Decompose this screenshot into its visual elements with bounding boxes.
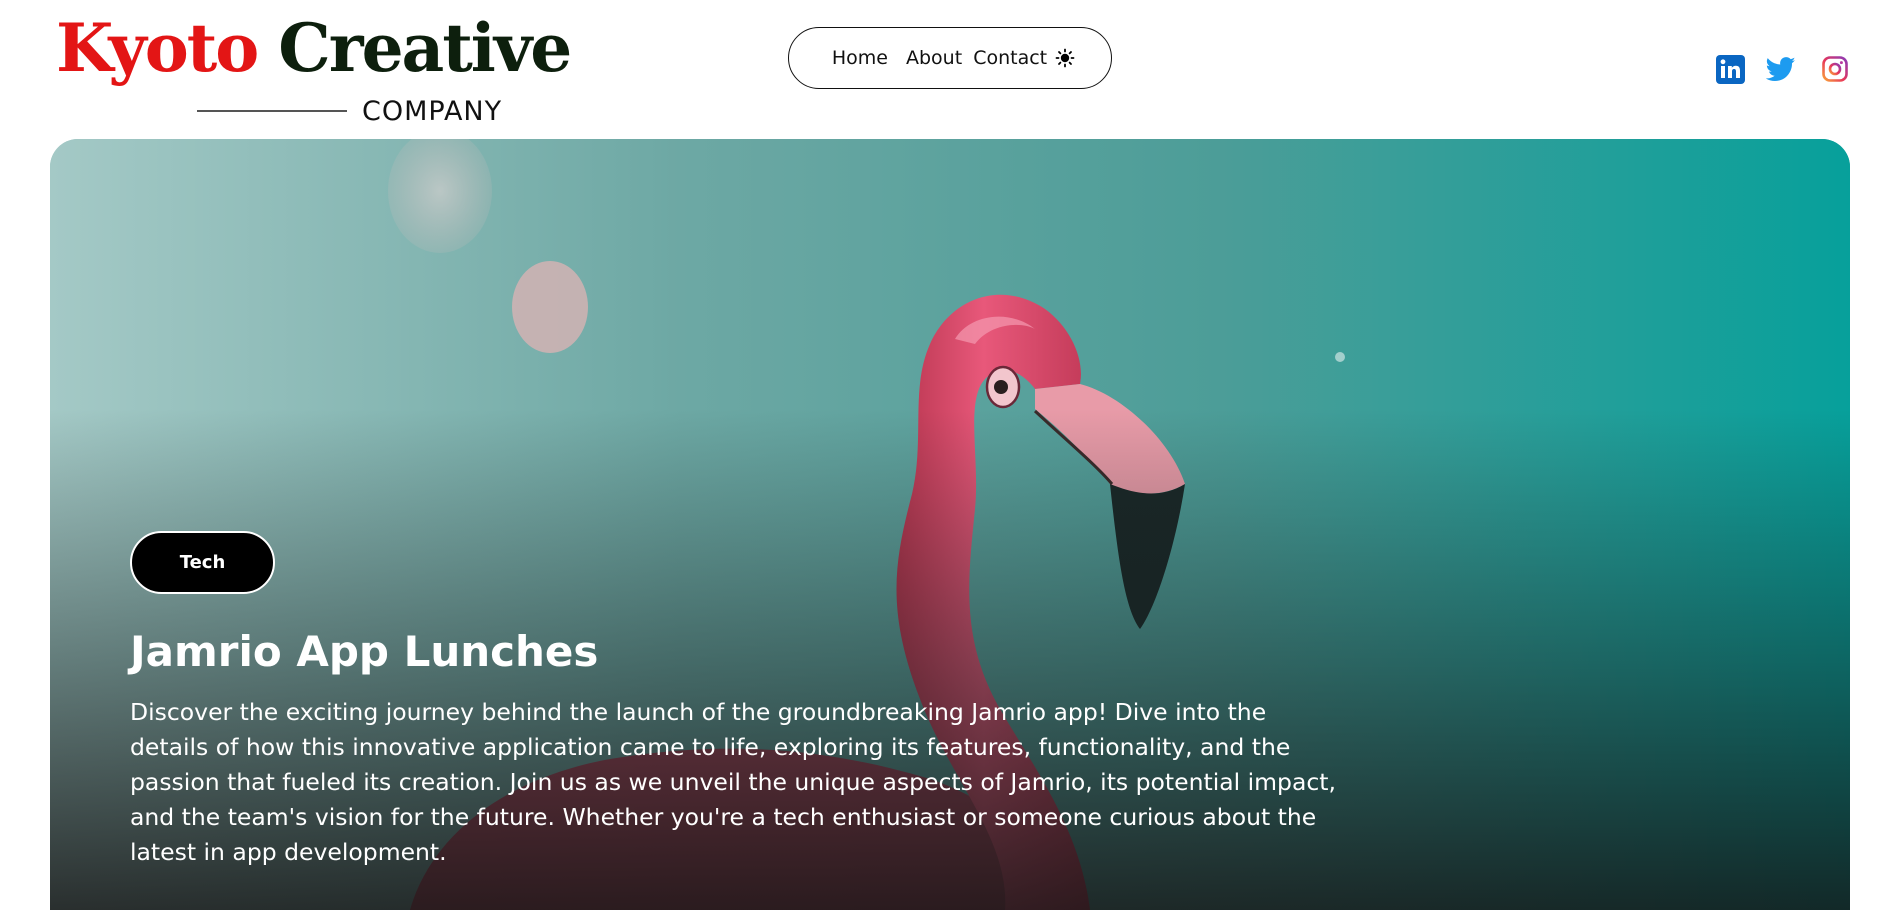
category-tag-button[interactable]: Tech <box>130 531 275 594</box>
logo-word-creative: Creative <box>278 9 572 87</box>
logo-divider <box>197 110 347 112</box>
site-header: Kyoto Creative COMPANY Home About Contac… <box>0 0 1893 139</box>
nav-contact-link[interactable]: Contact <box>971 47 1053 69</box>
hero-card[interactable]: Tech Jamrio App Lunches Discover the exc… <box>50 139 1850 910</box>
nav-about-link[interactable]: About <box>897 47 971 69</box>
instagram-icon[interactable] <box>1820 54 1850 84</box>
logo-subtitle: COMPANY <box>362 96 503 127</box>
sun-icon[interactable] <box>1053 46 1077 70</box>
company-logo[interactable]: Kyoto Creative COMPANY <box>56 8 572 127</box>
main-nav: Home About Contact <box>788 27 1112 89</box>
logo-title: Kyoto Creative <box>56 8 572 88</box>
article-title[interactable]: Jamrio App Lunches <box>130 624 598 680</box>
logo-word-kyoto: Kyoto <box>56 9 259 87</box>
article-description: Discover the exciting journey behind the… <box>130 698 1336 866</box>
twitter-icon[interactable] <box>1766 54 1796 84</box>
nav-home-link[interactable]: Home <box>823 47 897 69</box>
linkedin-icon[interactable] <box>1715 54 1745 84</box>
